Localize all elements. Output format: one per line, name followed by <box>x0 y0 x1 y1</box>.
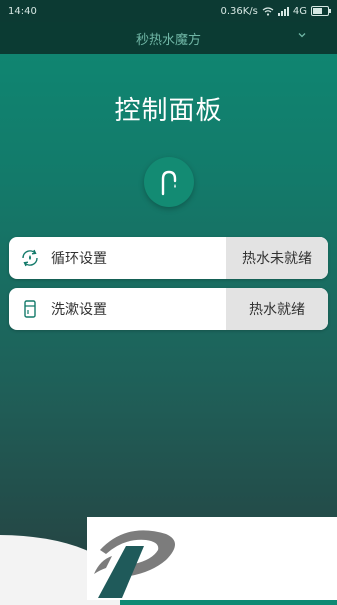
app-bar[interactable]: 秒热水魔方 <box>0 22 337 54</box>
page-title: 控制面板 <box>114 96 223 126</box>
network-type: 4G <box>292 5 307 17</box>
wash-status-badge: 热水就绪 <box>226 288 328 330</box>
battery-icon <box>311 6 331 16</box>
brand-logo <box>94 530 175 598</box>
status-bar: 14:40 0.36K/s 4G <box>0 0 337 22</box>
signal-icon <box>277 6 289 16</box>
cycle-icon <box>19 247 41 269</box>
cycle-status-badge: 热水未就绪 <box>226 237 328 279</box>
washbasin-icon <box>19 298 41 320</box>
faucet-icon <box>161 170 177 196</box>
chevron-down-icon[interactable] <box>297 30 307 43</box>
status-indicators: 0.36K/s 4G <box>220 5 331 17</box>
network-speed: 0.36K/s <box>220 5 258 17</box>
cycle-settings-row[interactable]: 循环设置 热水未就绪 <box>9 237 328 279</box>
wash-settings-row[interactable]: 洗漱设置 热水就绪 <box>9 288 328 330</box>
wash-settings-label: 洗漱设置 <box>51 302 107 318</box>
cycle-settings-label: 循环设置 <box>51 251 107 267</box>
faucet-button[interactable] <box>144 157 194 207</box>
status-time: 14:40 <box>8 5 37 17</box>
wifi-icon <box>262 6 274 16</box>
device-name[interactable]: 秒热水魔方 <box>136 29 201 48</box>
